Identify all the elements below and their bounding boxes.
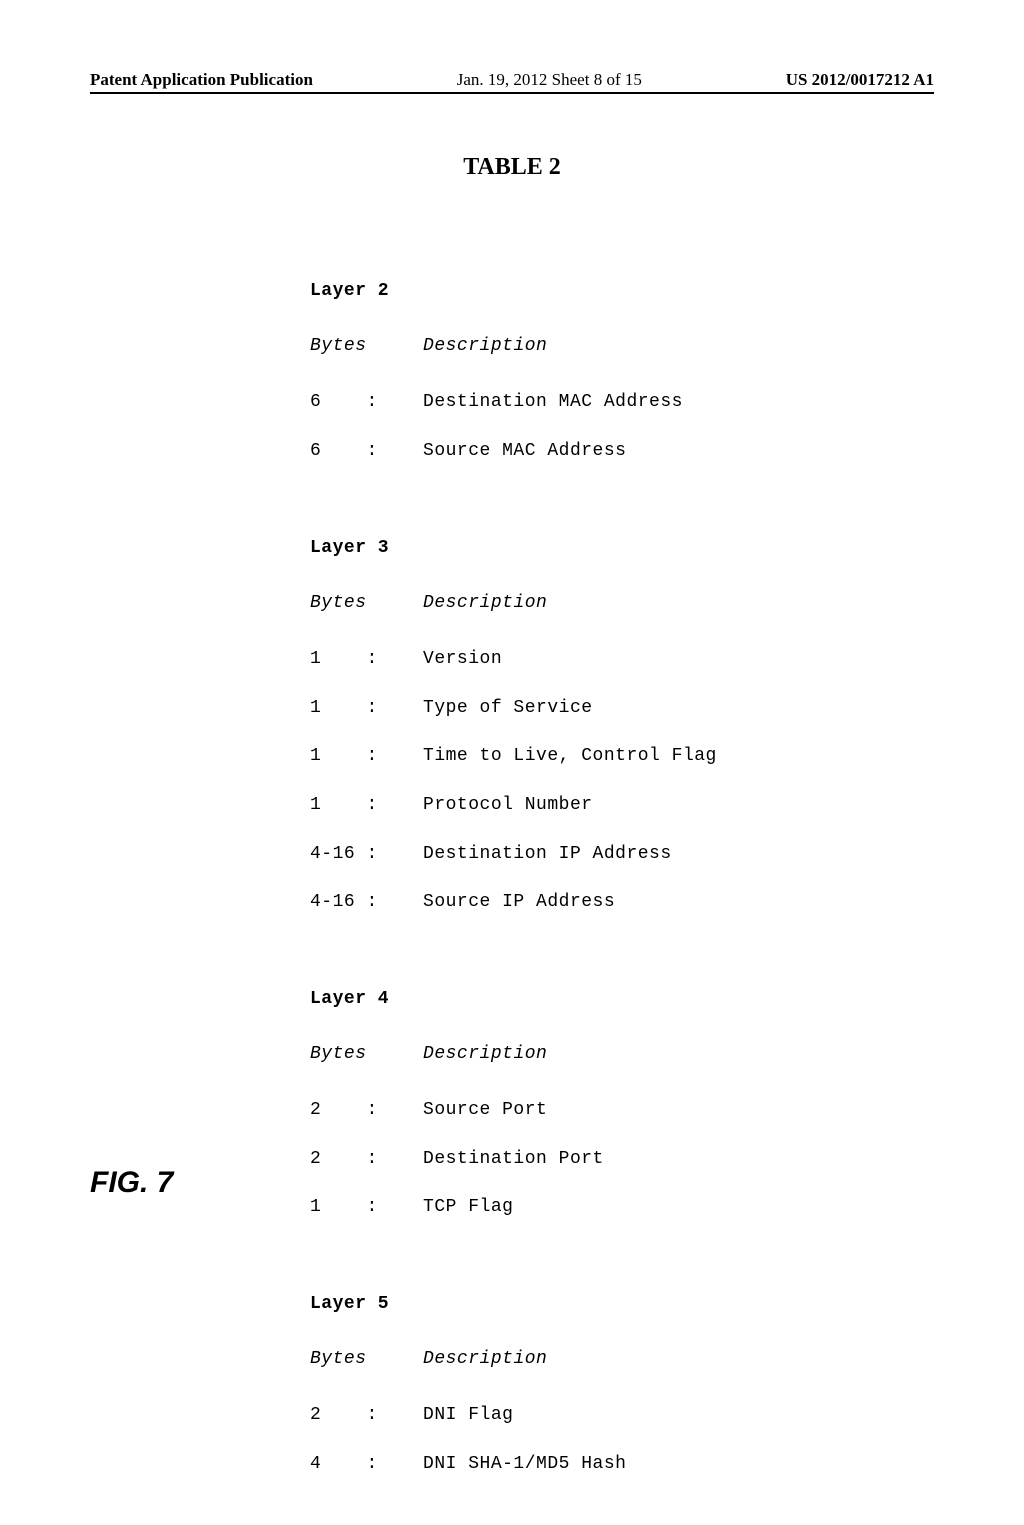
- col-desc: Description: [423, 1044, 547, 1064]
- header-right: US 2012/0017212 A1: [786, 70, 934, 90]
- table-row: 1 : Version: [310, 647, 934, 671]
- col-desc: Description: [423, 1349, 547, 1369]
- page-header: Patent Application Publication Jan. 19, …: [90, 70, 934, 94]
- table-row: 2 : DNI Flag: [310, 1403, 934, 1427]
- layer2-columns: Bytes Description: [310, 334, 934, 358]
- header-mid: Jan. 19, 2012 Sheet 8 of 15: [457, 70, 642, 90]
- table-row: 4-16 : Source IP Address: [310, 890, 934, 914]
- table-row: 2 : Source Port: [310, 1098, 934, 1122]
- col-bytes: Bytes: [310, 1044, 367, 1064]
- table-title: TABLE 2: [90, 154, 934, 181]
- table-row: 1 : Time to Live, Control Flag: [310, 744, 934, 768]
- table-row: 6 : Source MAC Address: [310, 439, 934, 463]
- layer5-columns: Bytes Description: [310, 1347, 934, 1371]
- table-row: 4 : DNI SHA-1/MD5 Hash: [310, 1452, 934, 1476]
- table-row: 1 : Protocol Number: [310, 793, 934, 817]
- table-content: Layer 2 Bytes Description 6 : Destinatio…: [310, 231, 934, 1525]
- layer2-heading: Layer 2: [310, 279, 934, 303]
- col-bytes: Bytes: [310, 1349, 367, 1369]
- col-desc: Description: [423, 593, 547, 613]
- layer4-heading: Layer 4: [310, 987, 934, 1011]
- table-row: 2 : Destination Port: [310, 1147, 934, 1171]
- figure-label: FIG. 7: [90, 1166, 173, 1200]
- layer3-heading: Layer 3: [310, 536, 934, 560]
- layer4-columns: Bytes Description: [310, 1042, 934, 1066]
- layer5-heading: Layer 5: [310, 1292, 934, 1316]
- col-bytes: Bytes: [310, 336, 367, 356]
- table-row: 4-16 : Destination IP Address: [310, 842, 934, 866]
- header-left: Patent Application Publication: [90, 70, 313, 90]
- col-bytes: Bytes: [310, 593, 367, 613]
- table-row: 1 : TCP Flag: [310, 1195, 934, 1219]
- col-desc: Description: [423, 336, 547, 356]
- layer3-columns: Bytes Description: [310, 591, 934, 615]
- table-row: 6 : Destination MAC Address: [310, 390, 934, 414]
- page-area: Patent Application Publication Jan. 19, …: [0, 0, 1024, 1525]
- table-row: 1 : Type of Service: [310, 696, 934, 720]
